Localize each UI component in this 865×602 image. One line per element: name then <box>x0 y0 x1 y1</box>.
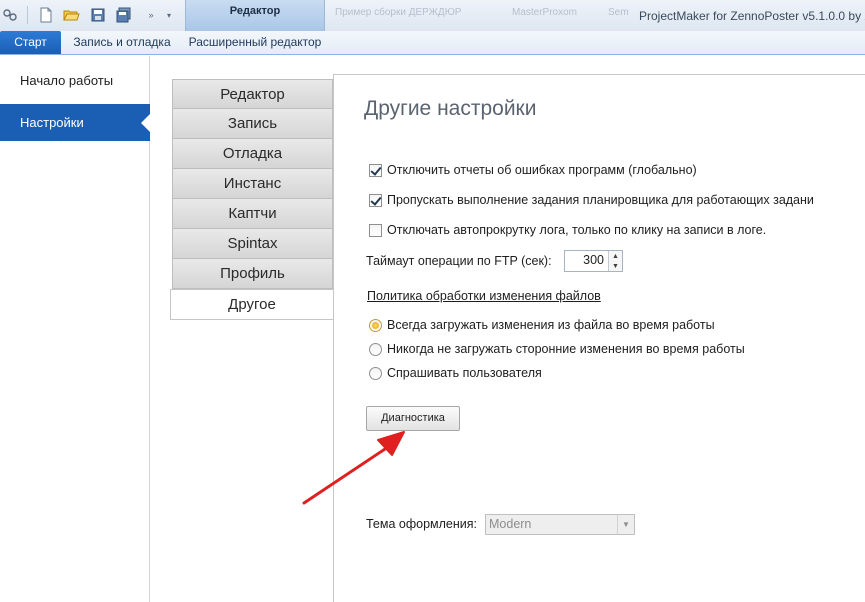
ribbon-tab-bar: Старт Запись и отладка Расширенный редак… <box>0 31 865 55</box>
ftp-timeout-value[interactable]: 300 <box>583 253 604 267</box>
contextual-tab-group[interactable]: Редактор <box>185 0 325 31</box>
radio-never-reload[interactable]: Никогда не загружать сторонние изменения… <box>369 340 745 358</box>
nav-item-getting-started[interactable]: Начало работы <box>0 62 150 99</box>
checkbox-label: Отключить отчеты об ошибках программ (гл… <box>387 163 697 177</box>
tab-record-debug[interactable]: Запись и отладка <box>66 31 178 54</box>
page-title: Другие настройки <box>364 97 537 120</box>
tab-profile[interactable]: Профиль <box>172 259 333 289</box>
checkbox-label: Пропускать выполнение задания планировщи… <box>387 193 814 207</box>
file-change-policy-heading: Политика обработки изменения файлов <box>367 289 601 303</box>
radio-label: Никогда не загружать сторонние изменения… <box>387 342 745 356</box>
ftp-timeout-label: Таймаут операции по FTP (сек): <box>366 254 552 268</box>
tab-start[interactable]: Старт <box>0 31 61 54</box>
diagnostics-button[interactable]: Диагностика <box>366 406 460 431</box>
qat-customize-dropdown-icon[interactable]: ▾ <box>163 6 175 24</box>
stepper-up-icon[interactable]: ▲ <box>608 251 622 261</box>
nav-item-settings[interactable]: Настройки <box>0 104 150 141</box>
contextual-tab-label: Редактор <box>229 5 281 17</box>
blurred-document-tab[interactable]: MasterProxom <box>512 7 602 21</box>
app-logo-icon[interactable] <box>1 6 19 24</box>
chevron-down-icon[interactable]: ▼ <box>617 515 634 534</box>
backstage-nav: Начало работы Настройки <box>0 56 150 602</box>
blurred-document-tab[interactable]: Sem <box>608 7 634 21</box>
radio-label: Спрашивать пользователя <box>387 366 542 380</box>
checkbox-disable-log-autoscroll[interactable]: Отключать автопрокрутку лога, только по … <box>369 221 766 239</box>
title-bar: » ▾ Редактор Пример сборки ДЕРЖДЮР Maste… <box>0 0 865 31</box>
radio-label: Всегда загружать изменения из файла во в… <box>387 318 715 332</box>
checkbox[interactable] <box>369 223 382 237</box>
save-all-icon[interactable] <box>115 6 133 24</box>
qat-separator <box>27 6 28 24</box>
tab-debug[interactable]: Отладка <box>172 139 333 169</box>
tab-captcha[interactable]: Каптчи <box>172 199 333 229</box>
checkbox-label: Отключать автопрокрутку лога, только по … <box>387 223 767 237</box>
theme-select-value: Modern <box>489 517 532 531</box>
radio-button[interactable] <box>369 366 382 380</box>
theme-select[interactable]: Modern ▼ <box>485 514 635 535</box>
theme-label: Тема оформления: <box>366 517 478 531</box>
tab-editor[interactable]: Редактор <box>172 79 333 109</box>
window-title: ProjectMaker for ZennoPoster v5.1.0.0 by… <box>639 9 865 23</box>
radio-button[interactable] <box>369 318 382 332</box>
more-commands-icon[interactable]: » <box>143 6 159 24</box>
blurred-document-tab[interactable]: Пример сборки ДЕРЖДЮР <box>335 7 465 21</box>
nav-item-label: Настройки <box>20 115 84 130</box>
checkbox[interactable] <box>369 193 382 207</box>
checkbox-disable-error-reports[interactable]: Отключить отчеты об ошибках программ (гл… <box>369 161 697 179</box>
tab-spintax[interactable]: Spintax <box>172 229 333 259</box>
checkbox[interactable] <box>369 163 382 177</box>
tab-advanced-editor[interactable]: Расширенный редактор <box>186 31 324 54</box>
tab-record[interactable]: Запись <box>172 109 333 139</box>
save-icon[interactable] <box>89 6 107 24</box>
radio-always-reload[interactable]: Всегда загружать изменения из файла во в… <box>369 316 715 334</box>
new-file-icon[interactable] <box>37 6 55 24</box>
checkbox-skip-scheduler-tasks[interactable]: Пропускать выполнение задания планировщи… <box>369 191 824 209</box>
ftp-timeout-stepper[interactable]: 300 ▲ ▼ <box>564 250 623 272</box>
stepper-down-icon[interactable]: ▼ <box>608 261 622 271</box>
open-folder-icon[interactable] <box>62 6 80 24</box>
selection-pointer-icon <box>141 114 150 132</box>
radio-ask-user[interactable]: Спрашивать пользователя <box>369 364 542 382</box>
radio-button[interactable] <box>369 342 382 356</box>
tab-instance[interactable]: Инстанс <box>172 169 333 199</box>
tab-other[interactable]: Другое <box>170 289 333 320</box>
